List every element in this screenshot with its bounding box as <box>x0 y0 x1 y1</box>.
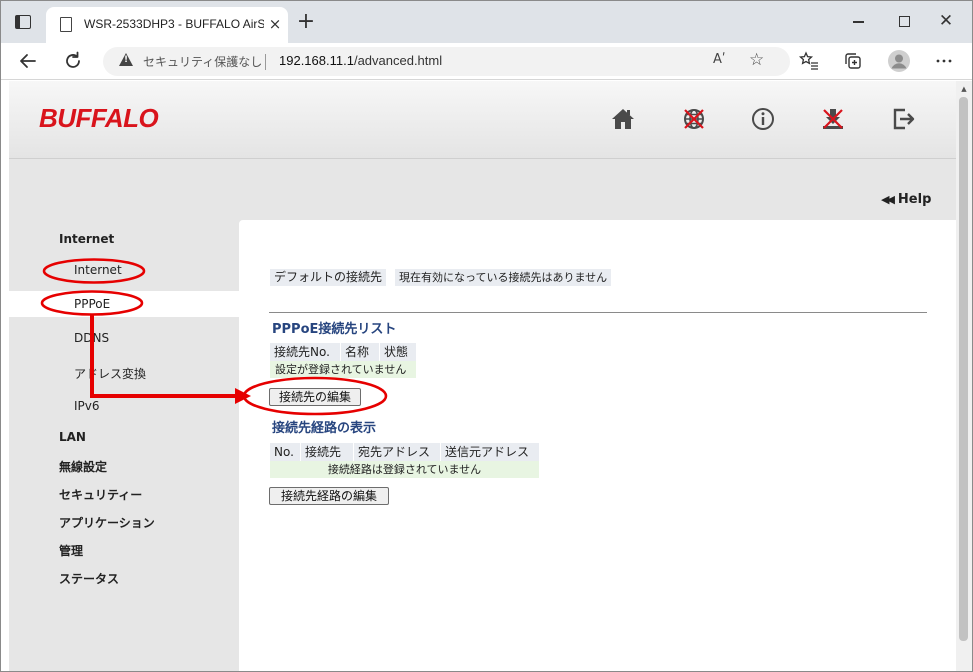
router-page: BUFFALO ◀◀ Help Internet Internet PPPoE D… <box>9 81 956 671</box>
add-favorite-icon[interactable]: ☆ <box>749 50 764 70</box>
divider <box>265 54 266 70</box>
page-header: BUFFALO <box>9 81 956 159</box>
refresh-icon[interactable] <box>61 49 85 73</box>
scroll-up-arrow-icon[interactable]: ▲ <box>956 84 972 94</box>
sidebar-group-status[interactable]: ステータス <box>59 570 119 587</box>
table-header-name: 名称 <box>341 343 379 361</box>
help-link[interactable]: ◀◀ Help <box>881 192 931 207</box>
url-host: 192.168.11.1 <box>279 53 354 68</box>
url-path: /advanced.html <box>353 53 443 68</box>
table-header-destination: 宛先アドレス <box>354 443 440 461</box>
read-aloud-icon[interactable]: Aʹ <box>713 52 726 67</box>
sidebar-selected-bg <box>9 291 241 317</box>
sidebar-item-pppoe[interactable]: PPPoE <box>74 297 110 311</box>
sidebar-item-nat[interactable]: アドレス変換 <box>74 365 146 382</box>
tab-title: WSR-2533DHP3 - BUFFALO AirSt <box>84 17 264 31</box>
double-left-arrow-icon: ◀◀ <box>881 193 895 206</box>
sidebar-item-ipv6[interactable]: IPv6 <box>74 399 100 413</box>
info-icon[interactable] <box>750 106 776 132</box>
page-favicon-icon <box>60 17 72 32</box>
profile-avatar[interactable] <box>887 49 911 73</box>
sidebar-group-admin[interactable]: 管理 <box>59 542 83 559</box>
table-header-status: 状態 <box>380 343 416 361</box>
buffalo-logo: BUFFALO <box>39 103 159 133</box>
back-icon[interactable] <box>16 49 40 73</box>
sidebar-group-security[interactable]: セキュリティー <box>59 486 142 503</box>
collections-icon[interactable] <box>841 49 865 73</box>
sidebar-group-wireless[interactable]: 無線設定 <box>59 458 107 475</box>
scrollbar-thumb[interactable] <box>959 97 968 641</box>
sidebar-group-internet[interactable]: Internet <box>59 232 114 246</box>
home-icon[interactable] <box>610 106 636 132</box>
favorites-icon[interactable] <box>797 49 821 73</box>
more-menu-icon[interactable] <box>932 49 956 73</box>
tab-actions-icon[interactable] <box>15 15 31 29</box>
close-window-icon[interactable]: ✕ <box>938 11 954 31</box>
help-label: Help <box>897 192 932 207</box>
maximize-icon[interactable] <box>899 16 910 27</box>
security-label[interactable]: セキュリティ保護なし <box>143 53 262 70</box>
sidebar-group-application[interactable]: アプリケーション <box>59 514 155 531</box>
browser-window: WSR-2533DHP3 - BUFFALO AirSt × + ✕ ! セキュ… <box>0 0 973 672</box>
close-tab-icon[interactable]: × <box>268 15 282 33</box>
section-divider <box>269 312 927 313</box>
table-header-connection: 接続先 <box>301 443 353 461</box>
download-disabled-icon[interactable] <box>820 106 846 132</box>
address-bar[interactable]: ! セキュリティ保護なし 192.168.11.1/advanced.html … <box>103 47 790 76</box>
logout-icon[interactable] <box>890 106 916 132</box>
new-tab-icon[interactable]: + <box>295 10 317 34</box>
table-header-no: No. <box>270 443 300 461</box>
default-connection-label: デフォルトの接続先 <box>270 269 387 286</box>
browser-tab[interactable]: WSR-2533DHP3 - BUFFALO AirSt × <box>46 7 288 43</box>
route-empty-row: 接続経路は登録されていません <box>270 461 539 478</box>
route-list-title: 接続先経路の表示 <box>272 421 377 436</box>
pppoe-list-title: PPPoE接続先リスト <box>272 322 397 337</box>
edit-connection-button[interactable]: 接続先の編集 <box>269 388 361 406</box>
tab-strip: WSR-2533DHP3 - BUFFALO AirSt × + ✕ <box>1 1 972 43</box>
browser-toolbar: ! セキュリティ保護なし 192.168.11.1/advanced.html … <box>1 43 972 80</box>
internet-disabled-icon[interactable] <box>681 106 707 132</box>
minimize-icon[interactable] <box>853 21 864 23</box>
sidebar-group-lan[interactable]: LAN <box>59 430 86 444</box>
pppoe-empty-row: 設定が登録されていません <box>270 361 416 378</box>
sidebar-item-internet[interactable]: Internet <box>74 263 122 277</box>
table-header-connection-no: 接続先No. <box>270 343 340 361</box>
default-connection-value: 現在有効になっている接続先はありません <box>395 269 612 286</box>
url-text[interactable]: 192.168.11.1/advanced.html <box>279 53 442 68</box>
edit-route-button[interactable]: 接続先経路の編集 <box>269 487 389 505</box>
sidebar-item-ddns[interactable]: DDNS <box>74 331 109 345</box>
table-header-source: 送信元アドレス <box>441 443 539 461</box>
